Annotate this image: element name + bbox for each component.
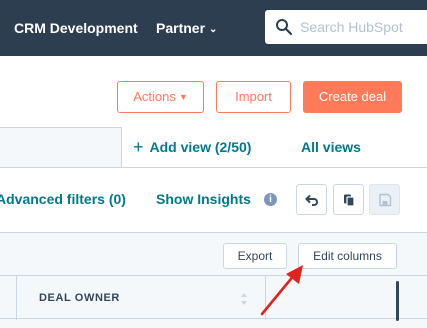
actions-button-label: Actions [133,89,176,104]
view-tab[interactable] [0,127,122,167]
save-icon [379,193,392,207]
copy-icon [344,194,355,207]
search-input[interactable]: Search HubSpot [265,10,427,44]
column-header-deal-owner[interactable]: DEAL OWNER [39,276,120,320]
actions-button[interactable]: Actions ▼ [117,81,204,113]
scrollbar[interactable] [396,281,399,321]
advanced-filters-link[interactable]: Advanced filters (0) [0,168,126,230]
undo-button[interactable] [296,184,327,215]
caret-down-icon: ▼ [178,92,188,102]
edit-columns-button[interactable]: Edit columns [298,243,397,269]
save-view-button[interactable] [369,184,400,215]
partner-menu-label: Partner [156,20,206,36]
all-views-link[interactable]: All views [301,127,361,167]
partner-menu[interactable]: Partner ⌄ [156,0,217,56]
top-nav: CRM Development Partner ⌄ Search HubSpot [0,0,427,56]
show-insights-link[interactable]: Show Insights [156,168,251,230]
table-area: Export Edit columns DEAL OWNER [0,232,427,328]
annotation-arrow-icon [260,265,303,316]
chevron-down-icon: ⌄ [209,24,218,35]
filters-row: Advanced filters (0) Show Insights i [0,168,427,232]
column-divider[interactable] [16,276,17,320]
plus-icon: + [133,137,144,157]
table-header: DEAL OWNER [0,275,427,320]
add-view-link[interactable]: + Add view (2/50) [133,127,251,167]
search-placeholder: Search HubSpot [300,19,403,35]
clone-button[interactable] [333,184,364,215]
view-tabs-row: + Add view (2/50) All views [0,127,427,168]
sort-icon[interactable] [240,292,248,306]
import-button[interactable]: Import [216,81,291,113]
add-view-label: Add view (2/50) [149,139,252,155]
create-deal-button[interactable]: Create deal [303,81,402,113]
info-icon[interactable]: i [264,193,277,206]
portal-name[interactable]: CRM Development [14,0,138,56]
undo-icon [305,194,318,206]
search-icon [276,19,293,36]
